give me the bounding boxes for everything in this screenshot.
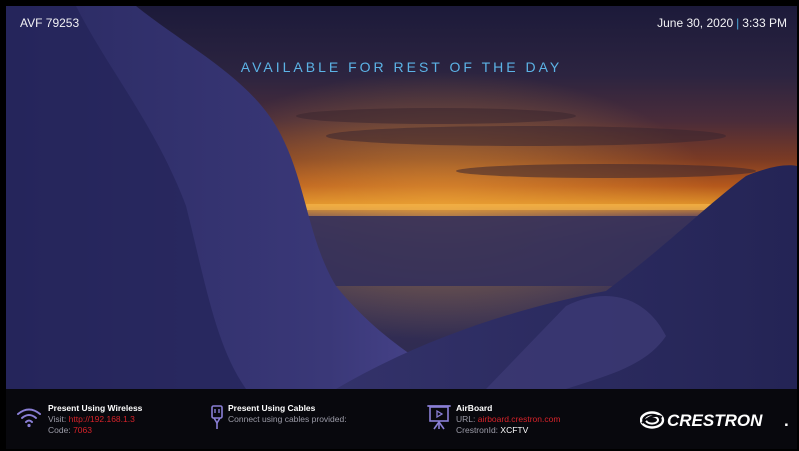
visit-label: Visit: bbox=[48, 414, 67, 424]
wireless-visit-line: Visit: http://192.168.1.3 bbox=[48, 414, 142, 425]
room-name: AVF 79253 bbox=[20, 16, 80, 30]
airboard-title: AirBoard bbox=[456, 403, 493, 413]
cable-plug-icon bbox=[211, 405, 223, 429]
crestron-id-label: CrestronId: bbox=[456, 425, 499, 435]
code-label: Code: bbox=[48, 425, 71, 435]
wireless-option[interactable]: Present Using Wireless Visit: http://192… bbox=[48, 403, 142, 436]
brand-name: CRESTRON bbox=[667, 411, 763, 430]
crestron-logo: CRESTRON . bbox=[640, 411, 789, 430]
brand-trademark-dot: . bbox=[784, 411, 789, 430]
availability-status: AVAILABLE FOR REST OF THE DAY bbox=[240, 59, 563, 75]
airboard-easel-icon bbox=[427, 405, 451, 430]
airboard-url-link[interactable]: airboard.crestron.com bbox=[478, 414, 561, 424]
date-text: June 30, 2020 bbox=[657, 16, 734, 30]
cables-option[interactable]: Present Using Cables Connect using cable… bbox=[228, 403, 347, 425]
time-text: 3:33 PM bbox=[742, 16, 787, 30]
crestron-id-value: XCFTV bbox=[500, 425, 529, 435]
date-time-separator: | bbox=[736, 16, 740, 30]
wireless-code-value: 7063 bbox=[73, 425, 92, 435]
airboard-id-line: CrestronId: XCFTV bbox=[456, 425, 560, 436]
crestron-swirl-icon bbox=[640, 411, 665, 429]
wifi-icon bbox=[17, 408, 41, 428]
wireless-title: Present Using Wireless bbox=[48, 403, 143, 413]
room-display-screen: AVF 79253 June 30, 2020 | 3:33 PM AVAILABL… bbox=[6, 6, 797, 449]
date-time-display: June 30, 2020 | 3:33 PM bbox=[657, 16, 787, 30]
airboard-option[interactable]: AirBoard URL: airboard.crestron.com Cres… bbox=[456, 403, 560, 436]
cables-title: Present Using Cables bbox=[228, 403, 316, 413]
cables-description: Connect using cables provided: bbox=[228, 414, 347, 424]
url-label: URL: bbox=[456, 414, 476, 424]
wireless-url-link[interactable]: http://192.168.1.3 bbox=[69, 414, 135, 424]
airboard-url-line: URL: airboard.crestron.com bbox=[456, 414, 560, 425]
wireless-code-line: Code: 7063 bbox=[48, 425, 142, 436]
presentation-options-bar: Present Using Wireless Visit: http://192… bbox=[6, 389, 797, 449]
